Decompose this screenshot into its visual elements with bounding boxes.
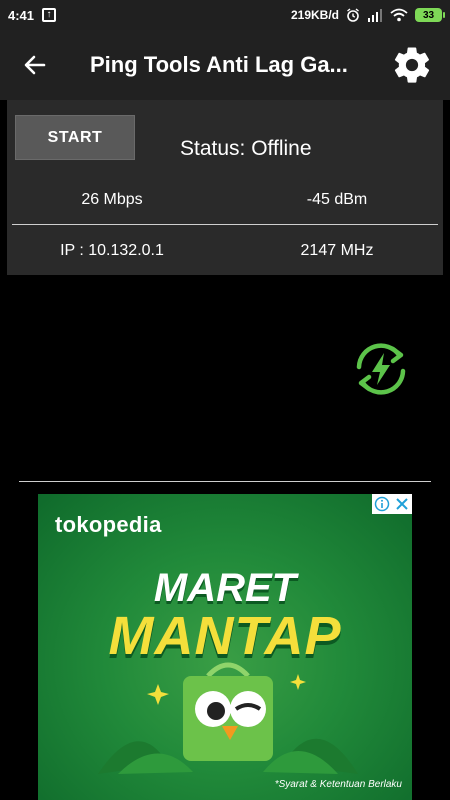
wifi-icon [390,8,408,22]
shopping-bag-mascot-illustration [98,662,358,774]
ad-info-button[interactable] [372,494,392,514]
status-label: Status: Offline [180,137,312,160]
signal-icon [368,9,382,22]
arrow-left-icon [24,55,46,75]
signal-strength-value: -45 dBm [306,191,368,208]
graph-baseline [19,481,431,482]
info-icon [374,496,390,512]
divider [12,224,438,225]
link-speed-value: 26 Mbps [81,191,143,208]
clock: 4:41 [8,7,35,23]
ad-brand-logo: tokopedia [55,512,162,537]
lightning-refresh-icon[interactable] [349,337,413,401]
back-button[interactable] [0,30,70,100]
upload-notification-icon: ↑ [42,8,57,22]
alarm-icon [347,8,359,22]
ad-disclaimer: *Syarat & Ketentuan Berlaku [274,779,402,790]
close-icon [396,498,408,510]
ad-controls [372,494,412,514]
gear-icon [394,47,430,83]
page-title: Ping Tools Anti Lag Ga... [90,52,348,77]
system-status-bar: 4:41 ↑ 219KB/d 33 [0,0,450,30]
settings-button[interactable] [382,30,442,100]
frequency-value: 2147 MHz [300,242,374,259]
network-speed: 219KB/d [290,8,339,22]
ad-close-button[interactable] [392,494,412,514]
start-button[interactable]: START [15,115,135,160]
app-toolbar: Ping Tools Anti Lag Ga... [0,30,450,100]
battery-icon: 33 [415,8,445,22]
connection-info-panel: START Status: Offline 26 Mbps -45 dBm IP… [7,100,443,275]
ad-banner[interactable]: tokopedia MARET MANTAP *Syarat & Ketentu… [38,494,412,800]
ip-address-value: IP : 10.132.0.1 [60,242,164,259]
